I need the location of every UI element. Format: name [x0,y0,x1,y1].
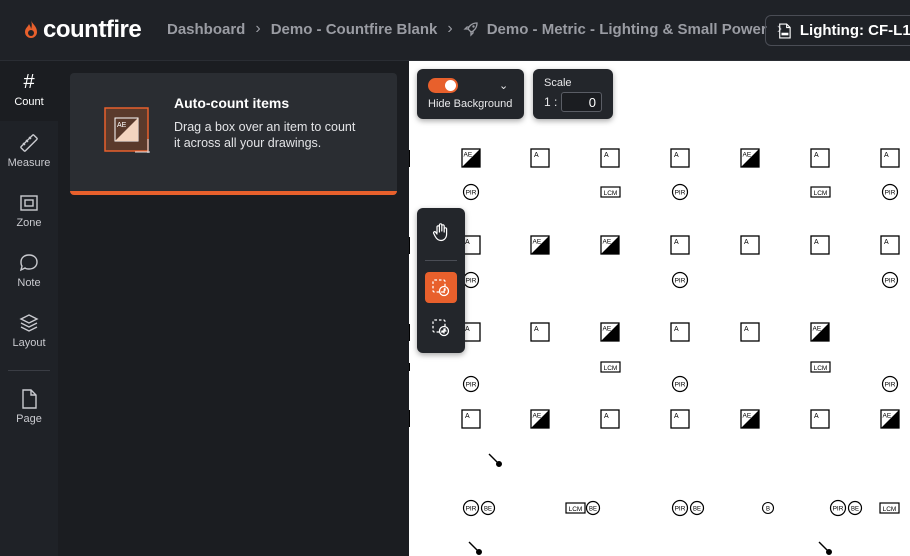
card-accent-bar [70,191,397,195]
sensor-symbol[interactable] [462,499,900,517]
scale-control: Scale 1 : [533,69,613,119]
rail-label-note: Note [17,277,41,289]
toolbox-divider [425,260,457,261]
scale-prefix: 1 : [544,95,558,109]
auto-count-icon-text: AE [117,122,127,129]
zone-icon [20,195,38,211]
rail-label-page: Page [16,413,42,425]
auto-count-icon: AE [104,107,150,153]
hash-icon: # [23,71,35,93]
brand-name: countfire [43,16,142,43]
rail-label-layout: Layout [12,337,46,349]
pdf-file-icon [779,23,791,38]
flame-icon [25,20,37,38]
toggle-knob [445,80,456,91]
countfire-logo[interactable]: countfire [22,16,142,44]
rail-item-page[interactable]: Page [0,379,58,439]
breadcrumb-dashboard[interactable]: Dashboard [167,21,245,38]
rail-item-note[interactable]: Note [0,241,58,301]
rail-label-count: Count [14,96,44,108]
rail-label-zone: Zone [16,217,42,229]
count-panel: AE Auto-count items Drag a box over an i… [58,61,409,556]
rail-item-count[interactable]: # Count [0,61,58,121]
auto-count-card[interactable]: AE Auto-count items Drag a box over an i… [70,73,397,195]
document-selector[interactable]: Lighting: CF-L1-0 [765,15,910,46]
hide-background-control[interactable]: ⌄ Hide Background [417,69,524,119]
fixture-symbol[interactable] [409,148,900,168]
chevron-right-icon: › [447,20,453,37]
sensor-symbol[interactable] [409,361,899,393]
drawing-layer[interactable]: A AE PIR BE B LCM [409,61,910,556]
card-description: Drag a box over an item to count it acro… [174,120,356,150]
chevron-down-icon[interactable]: ⌄ [499,79,508,92]
breadcrumb-project[interactable]: Demo - Countfire Blank [271,21,438,38]
page-icon [22,389,37,409]
speech-bubble-icon [19,254,38,272]
sensor-symbol[interactable] [462,271,899,289]
document-name: Lighting: CF-L1-0 [799,22,910,39]
tool-rail: # Count Measure Zone Note Layout Page [0,61,58,556]
layers-icon [19,314,39,332]
ruler-icon [20,134,38,152]
drawing-canvas[interactable]: A AE PIR BE B LCM [409,61,910,556]
scale-input[interactable] [561,92,602,112]
breadcrumb: Dashboard › Demo - Countfire Blank › Dem… [167,20,792,38]
sensor-symbol[interactable] [462,183,899,201]
fixture-symbol[interactable] [409,409,900,429]
hand-icon [432,222,448,241]
hide-background-label: Hide Background [428,98,513,110]
add-area-icon [432,318,450,336]
top-bar: countfire Dashboard › Demo - Countfire B… [0,0,910,61]
rail-item-layout[interactable]: Layout [0,301,58,361]
rail-divider [8,370,50,371]
rail-label-measure: Measure [7,157,51,169]
fixture-symbol[interactable] [409,235,900,255]
rail-item-zone[interactable]: Zone [0,181,58,241]
switch-symbol[interactable] [468,453,833,556]
auto-count-tool-button[interactable] [425,272,457,303]
rail-item-measure[interactable]: Measure [0,121,58,181]
canvas-toolbox [417,208,465,353]
add-area-tool-button[interactable] [425,312,457,343]
scale-label: Scale [544,77,572,89]
card-title: Auto-count items [174,95,290,111]
pan-tool-button[interactable] [425,216,457,247]
auto-count-select-icon [432,278,450,296]
hide-background-toggle[interactable] [428,78,458,93]
fixture-symbol[interactable] [409,322,830,342]
chevron-right-icon: › [255,20,261,37]
breadcrumb-drawing-set[interactable]: Demo - Metric - Lighting & Small Power [487,21,767,38]
rocket-icon [463,22,478,37]
